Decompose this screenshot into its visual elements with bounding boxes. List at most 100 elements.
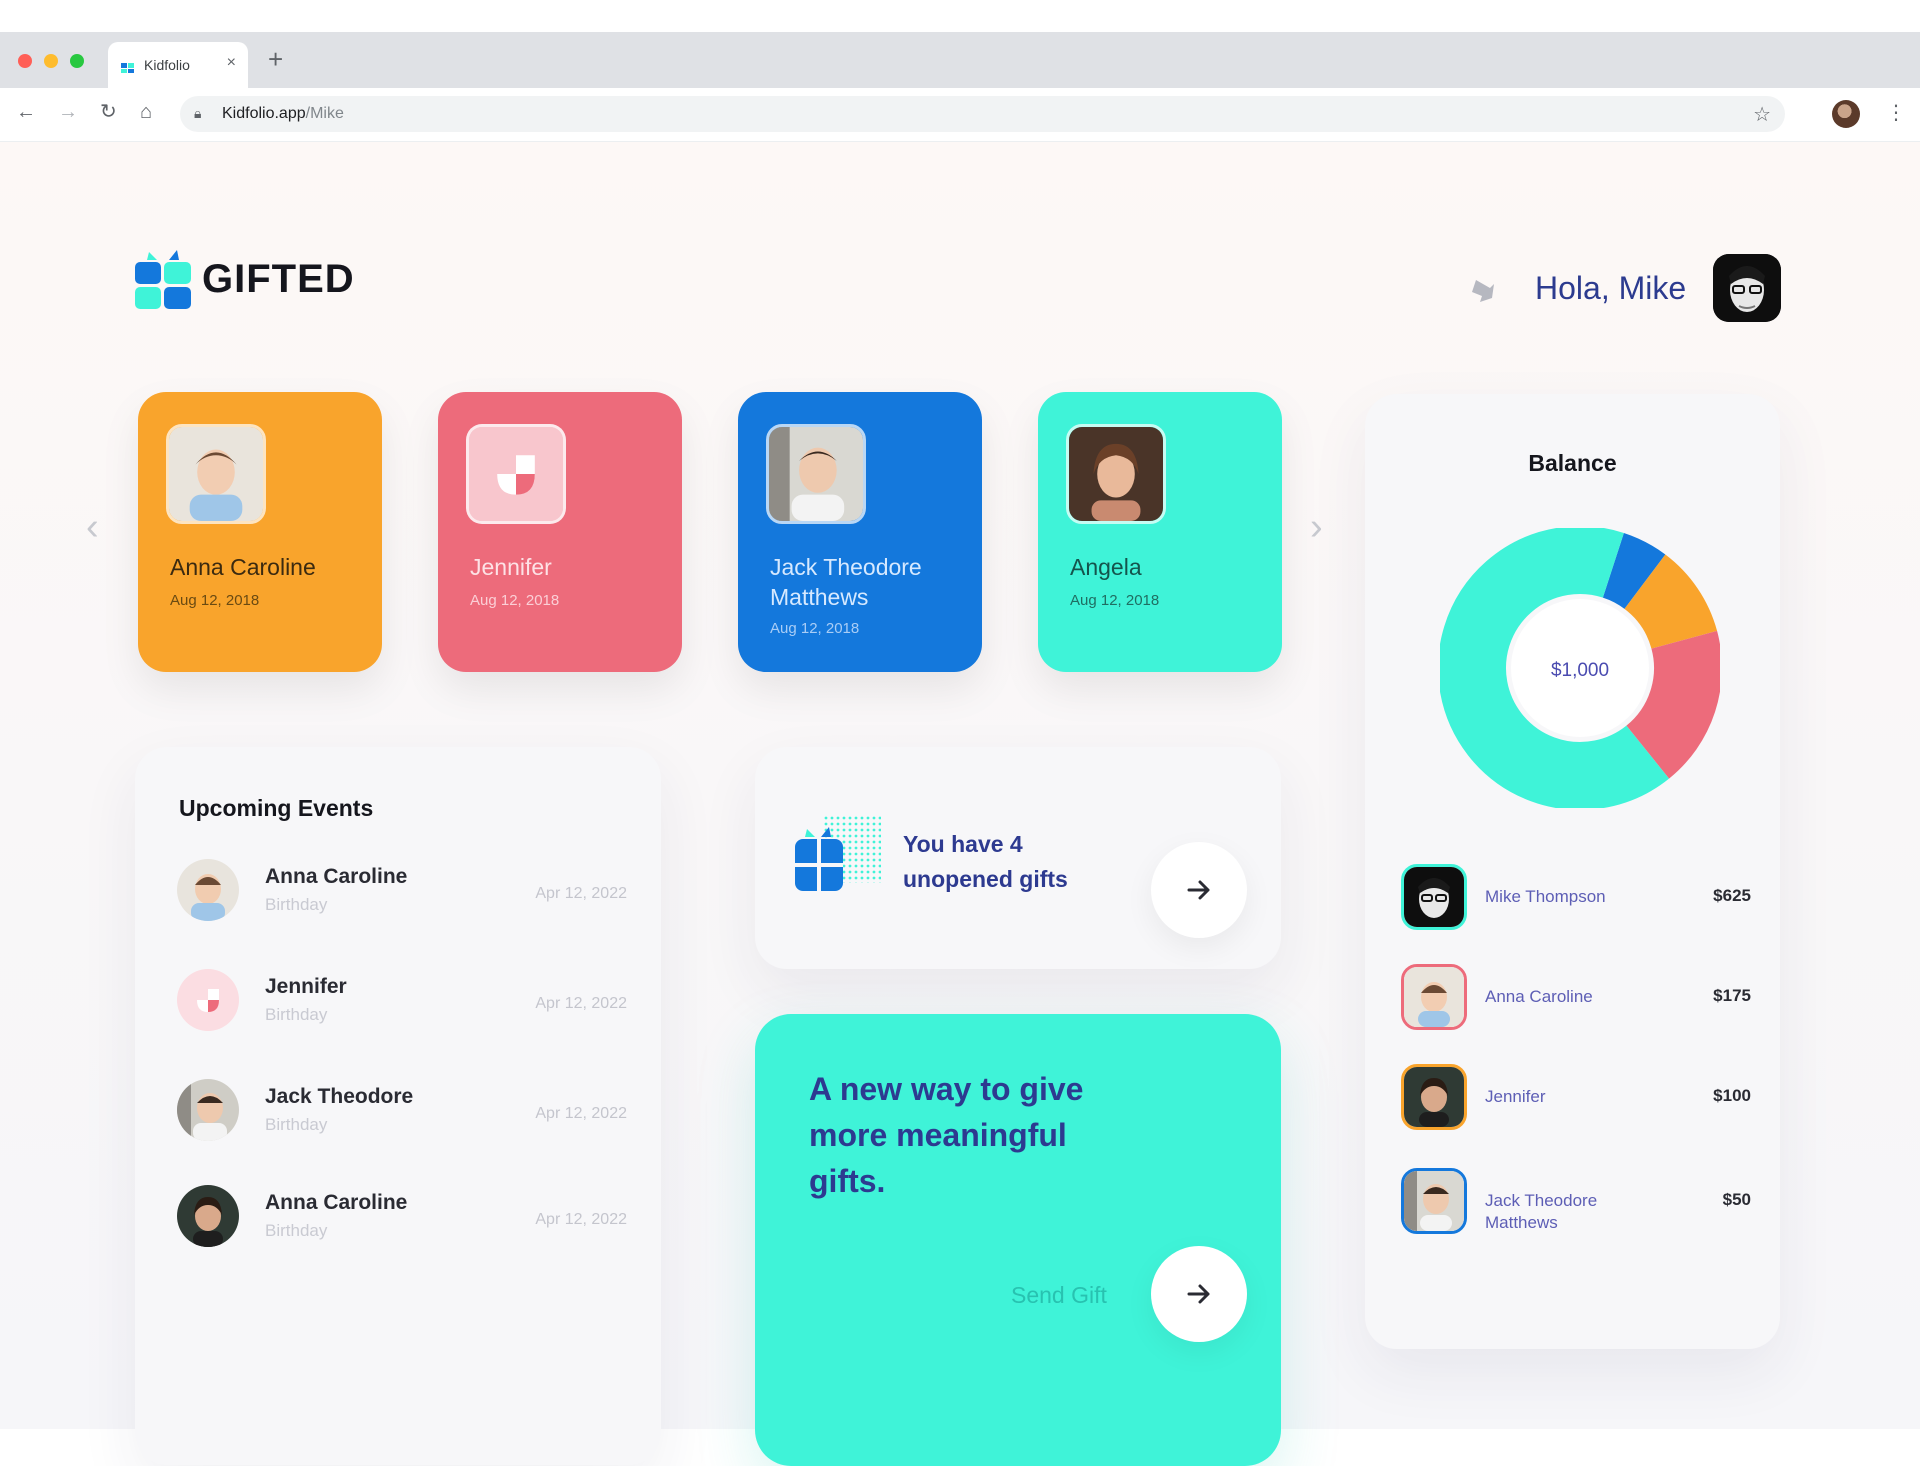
url-text: Kidfolio.app/Mike <box>222 105 344 123</box>
balance-name: Jennifer <box>1485 1087 1546 1106</box>
balance-avatar <box>1401 1064 1467 1130</box>
donut-slice-jack-theodore-matthews <box>1601 532 1666 610</box>
kid-name: Jack Theodore Matthews <box>770 554 922 610</box>
app-canvas: GIFTED Hola, Mike ‹ › Anna Caroline Aug <box>0 142 1920 1466</box>
event-row[interactable]: Jack Theodore Birthday Apr 12, 2022 <box>177 1079 627 1159</box>
event-avatar <box>177 969 239 1031</box>
kid-photo <box>766 424 866 524</box>
balance-name: Mike Thompson <box>1485 887 1606 906</box>
maximize-window-dot[interactable] <box>70 54 84 68</box>
view-gifts-button[interactable] <box>1151 842 1247 938</box>
user-photo <box>1713 254 1781 322</box>
send-gift-button[interactable] <box>1151 1246 1247 1342</box>
forward-icon[interactable]: → <box>58 102 78 122</box>
lock-icon: 🔒︎ <box>194 105 202 121</box>
url-host: Kidfolio.app <box>222 105 306 122</box>
minimize-window-dot[interactable] <box>44 54 58 68</box>
user-avatar[interactable] <box>1713 254 1781 322</box>
notification-bell-icon[interactable] <box>1466 274 1500 308</box>
jennifer-placeholder-icon <box>177 969 239 1031</box>
kid-birthdate: Aug 12, 2018 <box>1070 592 1160 609</box>
event-date: Apr 12, 2022 <box>535 995 627 1012</box>
kid-card-jennifer[interactable]: Jennifer Aug 12, 2018 <box>438 392 682 672</box>
jennifer-placeholder-icon <box>469 427 563 521</box>
event-date: Apr 12, 2022 <box>535 885 627 902</box>
carousel-next-icon[interactable]: › <box>1310 508 1323 546</box>
send-gift-promo-card: A new way to give more meaningful gifts.… <box>755 1014 1281 1466</box>
address-bar[interactable]: 🔒︎ Kidfolio.app/Mike ☆ <box>180 96 1785 132</box>
greeting: Hola, Mike <box>1535 270 1687 306</box>
event-name: Jennifer <box>265 975 347 998</box>
back-icon[interactable]: ← <box>16 102 36 122</box>
send-gift-label[interactable]: Send Gift <box>1011 1282 1107 1309</box>
donut-slice-anna-caroline <box>1625 630 1720 779</box>
kid-photo <box>166 424 266 524</box>
gifted-logo-icon <box>135 250 191 309</box>
donut-slice-jennifer <box>1623 554 1718 650</box>
event-row[interactable]: Anna Caroline Birthday Apr 12, 2022 <box>177 1185 627 1265</box>
kid-name: Angela <box>1070 554 1142 580</box>
event-avatar <box>177 1185 239 1247</box>
event-row[interactable]: Jennifer Birthday Apr 12, 2022 <box>177 969 627 1049</box>
event-row[interactable]: Anna Caroline Birthday Apr 12, 2022 <box>177 859 627 939</box>
balance-row[interactable]: Jennifer $100 <box>1401 1064 1751 1134</box>
event-avatar <box>177 859 239 921</box>
new-tab-icon[interactable]: + <box>268 46 283 72</box>
kid-card-jack[interactable]: Jack Theodore Matthews Aug 12, 2018 <box>738 392 982 672</box>
balance-amount: $50 <box>1722 1190 1751 1209</box>
balance-name: Jack Theodore Matthews <box>1485 1191 1598 1232</box>
carousel-prev-icon[interactable]: ‹ <box>86 508 99 546</box>
gift-icon <box>795 815 881 891</box>
event-name: Jack Theodore <box>265 1085 414 1108</box>
balance-amount: $625 <box>1713 886 1751 905</box>
balance-row[interactable]: Jack Theodore Matthews $50 <box>1401 1168 1751 1238</box>
balance-name: Anna Caroline <box>1485 987 1593 1006</box>
balance-donut-chart: $1,000 <box>1440 528 1720 808</box>
arrow-right-icon <box>1187 1284 1210 1304</box>
event-avatar <box>177 1079 239 1141</box>
kid-birthdate: Aug 12, 2018 <box>170 592 260 609</box>
kid-name: Jennifer <box>470 554 552 580</box>
events-title: Upcoming Events <box>179 795 374 821</box>
favicon-icon <box>121 63 134 73</box>
balance-avatar <box>1401 1168 1467 1234</box>
browser-tab[interactable]: Kidfolio × <box>108 42 248 88</box>
tab-strip: Kidfolio × + <box>0 32 1920 88</box>
browser-window: Kidfolio × + ← → ↻ ⌂ 🔒︎ Kidfolio.app/Mik… <box>0 32 1920 1466</box>
balance-row[interactable]: Anna Caroline $175 <box>1401 964 1751 1034</box>
unopened-gifts-text: You have 4 unopened gifts <box>903 831 1068 892</box>
promo-headline: A new way to give more meaningful gifts. <box>809 1071 1084 1199</box>
event-type: Birthday <box>265 1221 328 1240</box>
event-name: Anna Caroline <box>265 865 408 888</box>
kid-birthdate: Aug 12, 2018 <box>470 592 560 609</box>
balance-panel: Balance $1,000 Mike Thompson $625 Anna C… <box>1365 394 1780 1349</box>
balance-amount: $100 <box>1713 1086 1751 1105</box>
event-date: Apr 12, 2022 <box>535 1211 627 1228</box>
balance-row[interactable]: Mike Thompson $625 <box>1401 864 1751 934</box>
donut-center-label: $1,000 <box>1551 660 1609 681</box>
event-type: Birthday <box>265 1115 328 1134</box>
bookmark-star-icon[interactable]: ☆ <box>1753 102 1771 127</box>
kid-name: Anna Caroline <box>170 554 316 580</box>
brand-name: GIFTED <box>202 257 355 301</box>
browser-profile-avatar[interactable] <box>1832 100 1860 128</box>
reload-icon[interactable]: ↻ <box>100 102 117 122</box>
event-type: Birthday <box>265 1005 328 1024</box>
tab-close-icon[interactable]: × <box>227 54 236 72</box>
tab-title: Kidfolio <box>144 57 190 73</box>
event-type: Birthday <box>265 895 328 914</box>
balance-avatar <box>1401 964 1467 1030</box>
balance-amount: $175 <box>1713 986 1751 1005</box>
kid-card-angela[interactable]: Angela Aug 12, 2018 <box>1038 392 1282 672</box>
close-window-dot[interactable] <box>18 54 32 68</box>
kid-photo <box>466 424 566 524</box>
browser-menu-icon[interactable]: ⋮ <box>1886 100 1906 125</box>
upcoming-events-panel: Upcoming Events Anna Caroline Birthday A… <box>135 747 661 1465</box>
url-path: /Mike <box>305 105 344 122</box>
kid-birthdate: Aug 12, 2018 <box>770 620 860 637</box>
home-icon[interactable]: ⌂ <box>140 102 152 122</box>
browser-toolbar: ← → ↻ ⌂ 🔒︎ Kidfolio.app/Mike ☆ ⋮ <box>0 88 1920 142</box>
kid-card-anna[interactable]: Anna Caroline Aug 12, 2018 <box>138 392 382 672</box>
event-name: Anna Caroline <box>265 1191 408 1214</box>
balance-title: Balance <box>1528 450 1617 476</box>
